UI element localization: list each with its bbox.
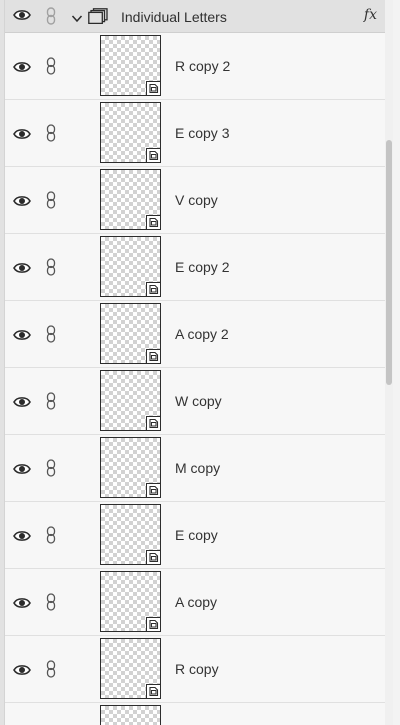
layer-thumbnail[interactable]: [100, 638, 161, 699]
group-folder-icon: [88, 8, 108, 29]
layer-row[interactable]: M copy: [5, 435, 393, 502]
layer-name[interactable]: E copy 2: [175, 259, 229, 275]
eye-icon[interactable]: [13, 596, 31, 615]
smart-object-icon: [146, 483, 161, 498]
layer-thumbnail[interactable]: [100, 169, 161, 230]
layer-name[interactable]: E copy: [175, 527, 218, 543]
layer-name[interactable]: W copy: [175, 393, 222, 409]
eye-icon[interactable]: [13, 663, 31, 682]
layer-row[interactable]: E copy: [5, 502, 393, 569]
layer-row[interactable]: V copy: [5, 167, 393, 234]
layer-row[interactable]: A copy: [5, 569, 393, 636]
chain-link-icon[interactable]: [46, 593, 56, 616]
layer-name[interactable]: A copy 2: [175, 326, 229, 342]
layer-row[interactable]: W copy: [5, 368, 393, 435]
smart-object-icon: [146, 81, 161, 96]
chain-link-icon[interactable]: [46, 258, 56, 281]
layer-name[interactable]: V copy: [175, 192, 218, 208]
smart-object-icon: [146, 215, 161, 230]
chain-link-icon[interactable]: [46, 325, 56, 348]
eye-icon[interactable]: [13, 529, 31, 548]
layer-row[interactable]: R copy: [5, 636, 393, 703]
layer-thumbnail[interactable]: [100, 102, 161, 163]
smart-object-icon: [146, 617, 161, 632]
chain-link-icon[interactable]: [46, 392, 56, 415]
group-name[interactable]: Individual Letters: [121, 9, 227, 25]
chain-link-icon[interactable]: [46, 191, 56, 214]
layer-thumbnail[interactable]: [100, 571, 161, 632]
layer-thumbnail[interactable]: [100, 705, 161, 725]
chain-link-icon[interactable]: [46, 124, 56, 147]
layers-panel: Individual Letters fx R copy 2 E copy 3 …: [4, 0, 393, 725]
eye-icon[interactable]: [13, 8, 31, 27]
eye-icon[interactable]: [13, 60, 31, 79]
chain-link-icon[interactable]: [46, 526, 56, 549]
smart-object-icon: [146, 349, 161, 364]
smart-object-icon: [146, 416, 161, 431]
layer-row[interactable]: E copy 3: [5, 100, 393, 167]
group-row-individual-letters[interactable]: Individual Letters fx: [5, 0, 393, 33]
layer-name[interactable]: E copy 3: [175, 125, 229, 141]
chain-link-icon[interactable]: [46, 57, 56, 80]
eye-icon[interactable]: [13, 127, 31, 146]
layer-thumbnail[interactable]: [100, 303, 161, 364]
layer-thumbnail[interactable]: [100, 236, 161, 297]
layer-row[interactable]: R copy 2: [5, 33, 393, 100]
layer-name[interactable]: A copy: [175, 594, 217, 610]
eye-icon[interactable]: [13, 194, 31, 213]
chain-link-icon[interactable]: [46, 7, 56, 30]
layer-name[interactable]: R copy 2: [175, 58, 230, 74]
smart-object-icon: [146, 550, 161, 565]
smart-object-icon: [146, 282, 161, 297]
scrollbar[interactable]: [385, 0, 393, 725]
layer-row-partial[interactable]: [5, 703, 393, 725]
chevron-down-icon[interactable]: [71, 10, 83, 28]
layer-thumbnail[interactable]: [100, 35, 161, 96]
eye-icon[interactable]: [13, 395, 31, 414]
layer-list: R copy 2 E copy 3 V copy E copy 2 A copy…: [5, 33, 393, 725]
layer-row[interactable]: A copy 2: [5, 301, 393, 368]
layer-thumbnail[interactable]: [100, 437, 161, 498]
scrollbar-thumb[interactable]: [386, 140, 392, 385]
eye-icon[interactable]: [13, 328, 31, 347]
fx-icon[interactable]: fx: [364, 7, 377, 23]
smart-object-icon: [146, 684, 161, 699]
layer-row[interactable]: E copy 2: [5, 234, 393, 301]
chain-link-icon[interactable]: [46, 660, 56, 683]
smart-object-icon: [146, 148, 161, 163]
chain-link-icon[interactable]: [46, 459, 56, 482]
layer-thumbnail[interactable]: [100, 370, 161, 431]
eye-icon[interactable]: [13, 261, 31, 280]
layer-name[interactable]: R copy: [175, 661, 219, 677]
layer-thumbnail[interactable]: [100, 504, 161, 565]
layer-name[interactable]: M copy: [175, 460, 220, 476]
eye-icon[interactable]: [13, 462, 31, 481]
